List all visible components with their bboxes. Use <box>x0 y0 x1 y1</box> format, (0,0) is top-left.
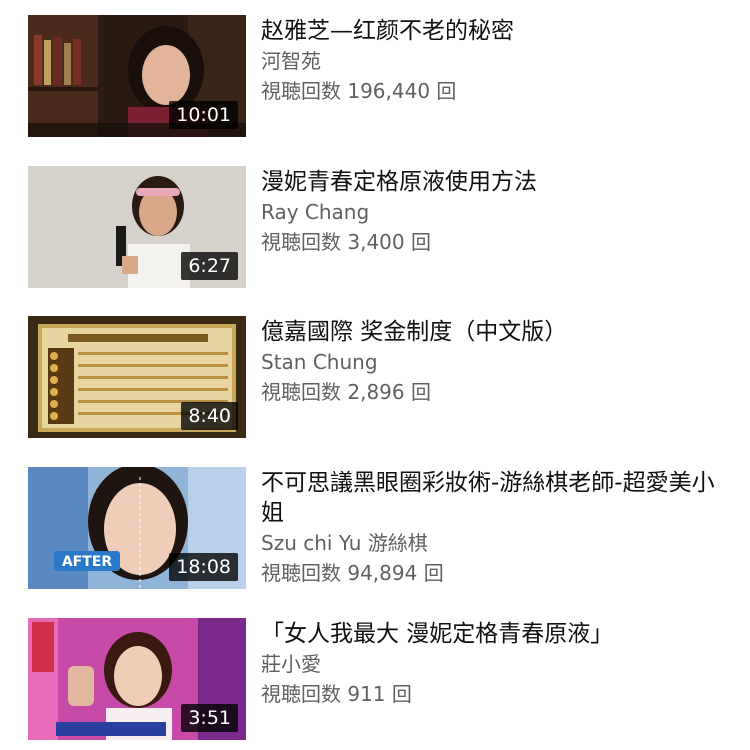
video-duration: 18:08 <box>169 553 238 581</box>
video-duration: 10:01 <box>169 101 238 129</box>
video-meta: 億嘉國際 奖金制度（中文版） Stan Chung 視聴回数 2,896 回 <box>261 316 721 407</box>
video-title[interactable]: 億嘉國際 奖金制度（中文版） <box>261 316 721 347</box>
video-meta: 漫妮青春定格原液使用方法 Ray Chang 視聴回数 3,400 回 <box>261 166 721 257</box>
video-list: 10:01 赵雅芝—红颜不老的秘密 河智苑 視聴回数 196,440 回 6:2… <box>0 0 750 750</box>
video-title[interactable]: 赵雅芝—红颜不老的秘密 <box>261 15 721 46</box>
channel-name[interactable]: Szu chi Yu 游絲棋 <box>261 528 721 558</box>
video-item[interactable]: 3:51 「女人我最大 漫妮定格青春原液」 莊小愛 視聴回数 911 回 <box>0 618 750 748</box>
video-title[interactable]: 「女人我最大 漫妮定格青春原液」 <box>261 618 721 649</box>
view-count: 視聴回数 2,896 回 <box>261 380 431 404</box>
channel-name[interactable]: Ray Chang <box>261 197 721 227</box>
video-thumbnail[interactable]: AFTER 18:08 <box>28 467 246 589</box>
video-duration: 3:51 <box>181 704 238 732</box>
video-thumbnail[interactable]: 6:27 <box>28 166 246 288</box>
video-item[interactable]: 10:01 赵雅芝—红颜不老的秘密 河智苑 視聴回数 196,440 回 <box>0 15 750 145</box>
channel-name[interactable]: 河智苑 <box>261 46 721 76</box>
video-meta: 不可思議黑眼圈彩妝術-游絲棋老師-超愛美小姐 Szu chi Yu 游絲棋 視聴… <box>261 467 721 588</box>
video-duration: 8:40 <box>181 402 238 430</box>
video-thumbnail[interactable]: 8:40 <box>28 316 246 438</box>
channel-name[interactable]: 莊小愛 <box>261 649 721 679</box>
video-thumbnail[interactable]: 3:51 <box>28 618 246 740</box>
video-title[interactable]: 不可思議黑眼圈彩妝術-游絲棋老師-超愛美小姐 <box>261 467 721 528</box>
video-meta: 「女人我最大 漫妮定格青春原液」 莊小愛 視聴回数 911 回 <box>261 618 721 709</box>
view-count: 視聴回数 196,440 回 <box>261 79 457 103</box>
after-badge: AFTER <box>62 554 113 570</box>
video-thumbnail[interactable]: 10:01 <box>28 15 246 137</box>
view-count: 視聴回数 94,894 回 <box>261 561 444 585</box>
video-duration: 6:27 <box>181 252 238 280</box>
view-count: 視聴回数 911 回 <box>261 682 412 706</box>
video-item[interactable]: AFTER 18:08 不可思議黑眼圈彩妝術-游絲棋老師-超愛美小姐 Szu c… <box>0 467 750 597</box>
video-meta: 赵雅芝—红颜不老的秘密 河智苑 視聴回数 196,440 回 <box>261 15 721 106</box>
video-title[interactable]: 漫妮青春定格原液使用方法 <box>261 166 721 197</box>
video-item[interactable]: 8:40 億嘉國際 奖金制度（中文版） Stan Chung 視聴回数 2,89… <box>0 316 750 446</box>
channel-name[interactable]: Stan Chung <box>261 347 721 377</box>
view-count: 視聴回数 3,400 回 <box>261 230 431 254</box>
video-item[interactable]: 6:27 漫妮青春定格原液使用方法 Ray Chang 視聴回数 3,400 回 <box>0 166 750 296</box>
